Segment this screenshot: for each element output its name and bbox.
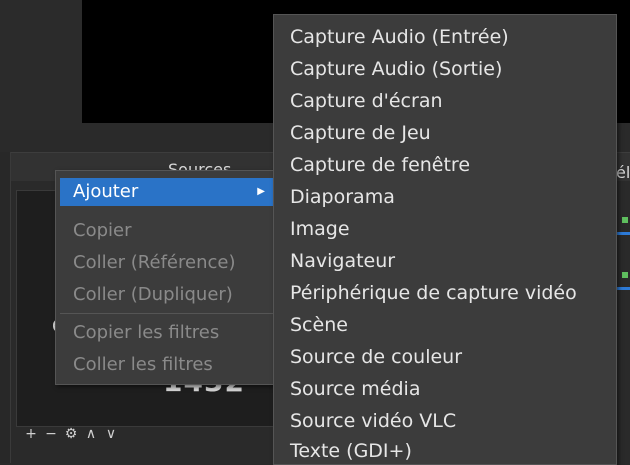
submenu-item-scene[interactable]: Scène: [290, 314, 348, 336]
submenu-item-source-media[interactable]: Source média: [290, 378, 420, 400]
meter-marker-icon: [622, 272, 628, 278]
submenu-item-capture-audio-entree[interactable]: Capture Audio (Entrée): [290, 26, 509, 48]
submenu-item-source-video-vlc[interactable]: Source vidéo VLC: [290, 410, 456, 432]
sources-footer-toolbar: + − ⚙ ∧ ∨: [16, 424, 282, 444]
menu-item-label: Ajouter: [73, 181, 139, 202]
context-menu: Ajouter ▶ Copier Coller (Référence) Coll…: [55, 170, 278, 385]
gear-icon[interactable]: ⚙: [64, 426, 78, 442]
scenes-dock-edge: [0, 152, 11, 463]
add-source-submenu: Capture Audio (Entrée) Capture Audio (So…: [273, 14, 617, 465]
submenu-item-capture-jeu[interactable]: Capture de Jeu: [290, 122, 431, 144]
submenu-item-texte-gdi[interactable]: Texte (GDI+): [290, 440, 412, 462]
audio-meter: [616, 287, 630, 290]
menu-item-coller-dupliquer[interactable]: Coller (Dupliquer): [60, 281, 273, 309]
submenu-arrow-icon: ▶: [257, 186, 265, 197]
menu-item-ajouter[interactable]: Ajouter ▶: [60, 178, 273, 206]
submenu-item-peripherique-capture-video[interactable]: Périphérique de capture vidéo: [290, 282, 577, 304]
submenu-item-capture-ecran[interactable]: Capture d'écran: [290, 90, 443, 112]
audio-meter: [616, 232, 630, 235]
meter-marker-icon: [622, 217, 628, 223]
submenu-item-navigateur[interactable]: Navigateur: [290, 250, 395, 272]
submenu-item-source-couleur[interactable]: Source de couleur: [290, 346, 462, 368]
add-icon[interactable]: +: [24, 426, 38, 442]
move-up-icon[interactable]: ∧: [84, 426, 98, 442]
submenu-item-image[interactable]: Image: [290, 218, 350, 240]
audio-mixer-title: éla: [616, 163, 630, 182]
submenu-item-capture-fenetre[interactable]: Capture de fenêtre: [290, 154, 470, 176]
remove-icon[interactable]: −: [44, 426, 58, 442]
menu-item-copier-filtres[interactable]: Copier les filtres: [60, 319, 273, 347]
menu-separator: [60, 313, 273, 314]
menu-item-coller-filtres[interactable]: Coller les filtres: [60, 351, 273, 379]
move-down-icon[interactable]: ∨: [104, 426, 118, 442]
submenu-item-diaporama[interactable]: Diaporama: [290, 186, 395, 208]
menu-item-copier[interactable]: Copier: [60, 217, 273, 245]
menu-item-coller-reference[interactable]: Coller (Référence): [60, 249, 273, 277]
submenu-item-capture-audio-sortie[interactable]: Capture Audio (Sortie): [290, 58, 502, 80]
